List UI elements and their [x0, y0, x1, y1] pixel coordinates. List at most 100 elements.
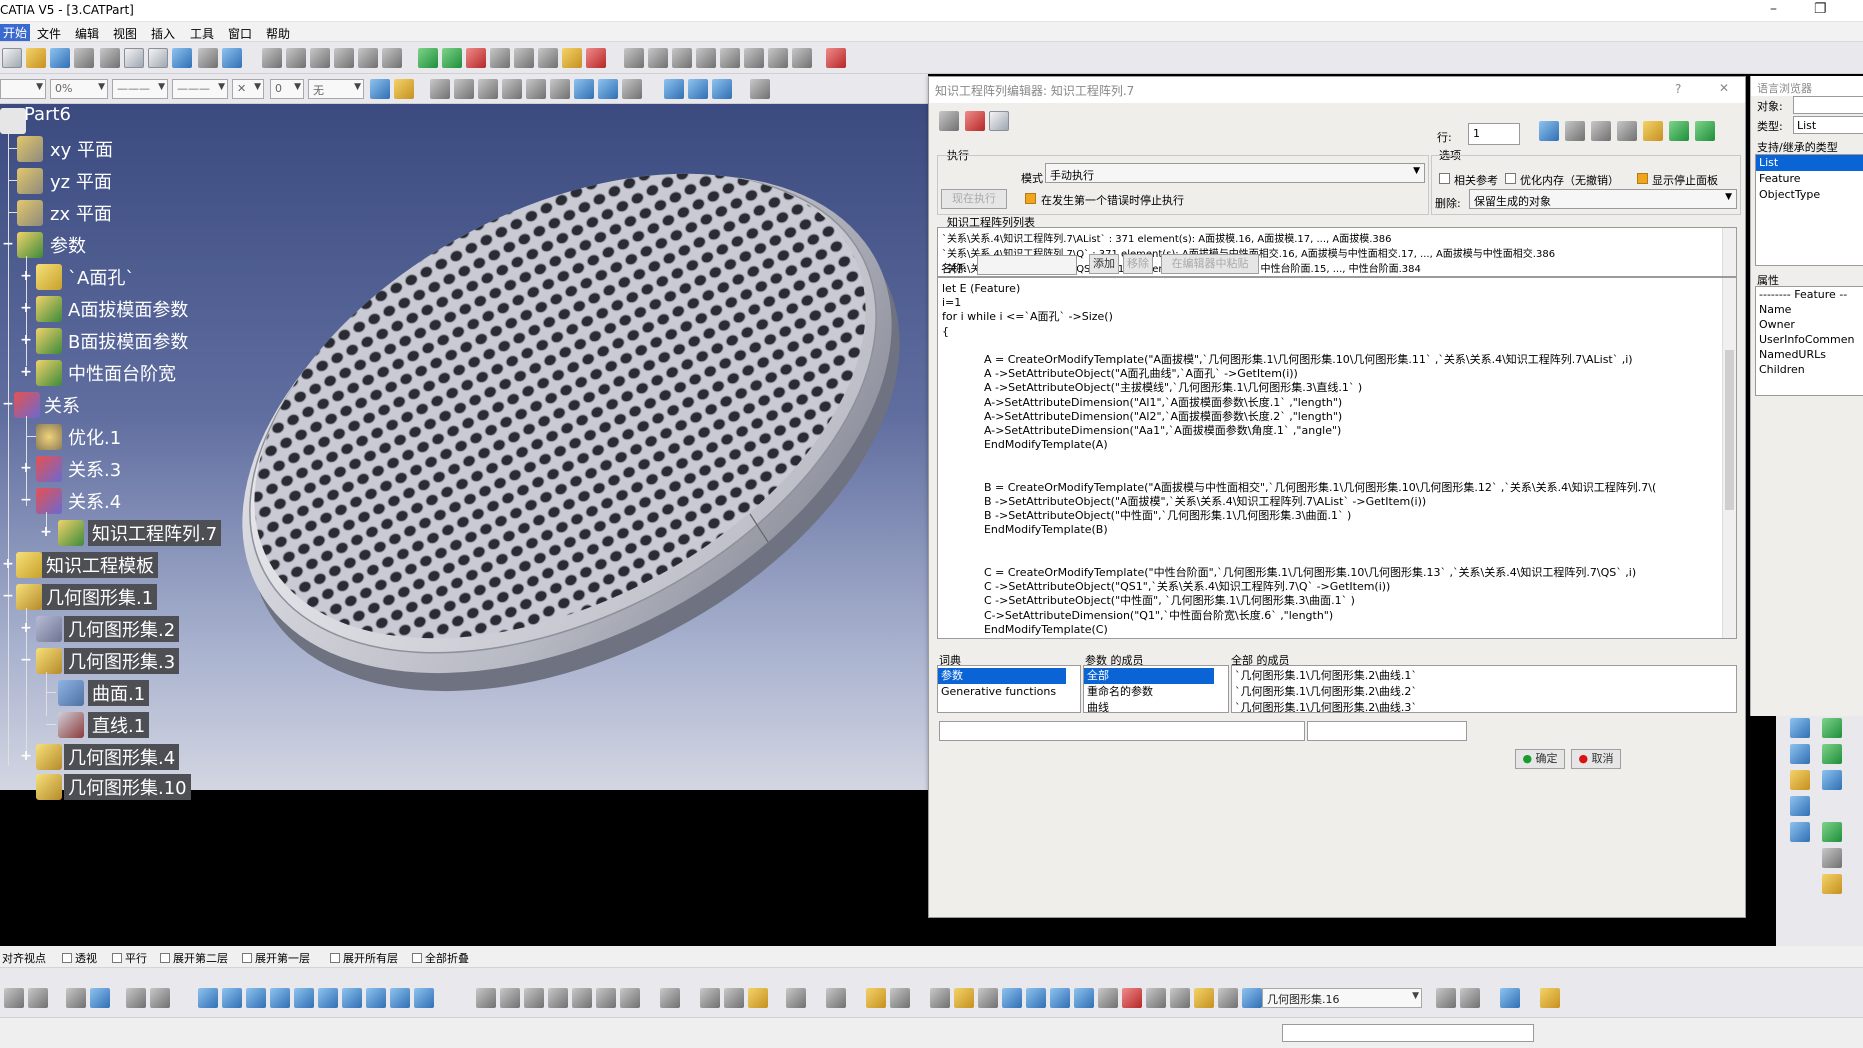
zoom-in-icon[interactable] [270, 988, 290, 1008]
window-icon[interactable] [1460, 988, 1480, 1008]
link-icon[interactable] [1565, 121, 1585, 141]
whats-this-icon[interactable] [222, 48, 242, 68]
surface-tool-icon[interactable] [1790, 770, 1810, 790]
surface-tool-icon[interactable] [1822, 848, 1842, 868]
code-editor[interactable]: let E (Feature) i=1 for i while i <=`A面孔` … [937, 277, 1737, 639]
formula-icon[interactable] [262, 48, 282, 68]
expand-icon[interactable]: + [20, 333, 32, 347]
fly-icon[interactable] [4, 988, 24, 1008]
list-view-icon[interactable] [989, 111, 1009, 131]
split-view-icon[interactable] [1436, 988, 1456, 1008]
attributes-list[interactable]: -------- Feature -- Name Owner UserInfoC… [1755, 286, 1863, 396]
material-combo[interactable]: 无 ▼ [308, 79, 364, 99]
help-icon[interactable]: ? [1675, 82, 1681, 96]
expand-icon[interactable]: + [20, 461, 32, 475]
collapse-icon[interactable]: − [20, 653, 32, 667]
extremum-icon[interactable] [442, 48, 462, 68]
list-item[interactable]: -------- Feature -- [1756, 287, 1847, 303]
ud-feature-icon[interactable] [620, 988, 640, 1008]
sections-icon[interactable] [688, 79, 708, 99]
list-item[interactable]: Name [1756, 302, 1791, 318]
undo-icon[interactable] [172, 48, 192, 68]
expand-icon[interactable]: + [40, 525, 52, 539]
surface-tool-icon[interactable] [1790, 796, 1810, 816]
trim-icon[interactable] [502, 79, 522, 99]
tool-icon[interactable] [1540, 988, 1560, 1008]
type-input[interactable]: List [1793, 116, 1863, 134]
expand-icon[interactable]: + [20, 365, 32, 379]
option-align-view[interactable]: 对齐视点 [2, 950, 46, 966]
projection-icon[interactable] [538, 48, 558, 68]
list-item[interactable]: List [1756, 155, 1863, 171]
mode-select[interactable]: 手动执行 ▼ [1045, 163, 1425, 183]
point-icon[interactable] [418, 48, 438, 68]
list-item[interactable]: 重命名的参数 [1084, 684, 1214, 700]
menu-file[interactable]: 文件 [37, 25, 61, 42]
point-icon[interactable] [1122, 988, 1142, 1008]
redo-icon[interactable] [198, 48, 218, 68]
related-ref-checkbox[interactable] [1439, 173, 1450, 184]
all-members-list[interactable]: `几何图形集.1\几何图形集.2\曲线.1` `几何图形集.1\几何图形集.2\… [1231, 665, 1737, 713]
restore-icon[interactable]: ❐ [1814, 1, 1827, 17]
menu-help[interactable]: 帮助 [266, 25, 290, 42]
surface-tool-icon[interactable] [1822, 822, 1842, 842]
measure-icon[interactable] [622, 79, 642, 99]
delete-select[interactable]: 保留生成的对象 ▼ [1469, 189, 1737, 209]
extrude-icon[interactable] [648, 48, 668, 68]
list-item[interactable]: 曲线 [1084, 700, 1214, 712]
code-line[interactable]: EndModifyTemplate(C) [942, 621, 1108, 638]
surface-tool-icon[interactable] [1790, 822, 1810, 842]
warning-icon[interactable] [965, 111, 985, 131]
snap-icon[interactable] [126, 988, 146, 1008]
cylinder-icon[interactable] [1050, 988, 1070, 1008]
catalog-icon[interactable] [826, 48, 846, 68]
selection-icon[interactable] [1242, 988, 1262, 1008]
3d-viewport[interactable]: Part6 xy 平面 yz 平面 zx 平面 − 参数 + `A面孔` + A… [0, 104, 930, 800]
tree-expand-icon[interactable] [712, 79, 732, 99]
list-item[interactable]: NamedURLs [1756, 347, 1826, 363]
workplane-icon[interactable] [1002, 988, 1022, 1008]
cancel-button[interactable]: ● 取消 [1571, 749, 1621, 769]
members-list[interactable]: 全部 重命名的参数 曲线 [1083, 665, 1229, 713]
bulb-icon[interactable] [748, 988, 768, 1008]
menu-insert[interactable]: 插入 [151, 25, 175, 42]
open-icon[interactable] [26, 48, 46, 68]
join-icon[interactable] [454, 79, 474, 99]
dictionary-list[interactable]: 参数 Generative functions [937, 665, 1081, 713]
value-field[interactable] [1307, 721, 1467, 741]
offset-icon[interactable] [792, 48, 812, 68]
surface-tool-icon[interactable] [1790, 718, 1810, 738]
select-arrow-icon[interactable] [750, 79, 770, 99]
list-item[interactable]: ObjectType [1756, 187, 1863, 203]
orange-sphere-icon[interactable] [954, 988, 974, 1008]
extract-icon[interactable] [550, 79, 570, 99]
swap-icon[interactable] [150, 988, 170, 1008]
dot-icon[interactable] [430, 79, 450, 99]
layer-combo[interactable]: 0 ▼ [270, 79, 304, 99]
rule-icon[interactable] [334, 48, 354, 68]
linetype-combo[interactable]: ——— ▼ [112, 79, 168, 99]
list-item[interactable]: Children [1756, 362, 1805, 378]
collapse-icon[interactable]: − [2, 237, 14, 251]
tree-icon[interactable] [90, 988, 110, 1008]
lineweight-combo[interactable]: ——— ▼ [172, 79, 228, 99]
menu-window[interactable]: 窗口 [228, 25, 252, 42]
save-icon[interactable] [50, 48, 70, 68]
reaction-icon[interactable] [382, 48, 402, 68]
menu-view[interactable]: 视图 [113, 25, 137, 42]
sweep-icon[interactable] [696, 48, 716, 68]
law-icon[interactable] [310, 48, 330, 68]
blend-icon[interactable] [768, 48, 788, 68]
point-symbol-combo[interactable]: ✕ ▼ [232, 79, 264, 99]
list-item[interactable]: Feature [1756, 171, 1863, 187]
list-item[interactable]: UserInfoCommen [1756, 332, 1854, 348]
surface-tool-icon[interactable] [1822, 770, 1842, 790]
iso-view-icon[interactable] [342, 988, 362, 1008]
expand-icon[interactable]: + [20, 749, 32, 763]
remove-button[interactable]: 移除 [1123, 254, 1153, 274]
undo-icon[interactable] [1669, 121, 1689, 141]
polyline-icon[interactable] [490, 48, 510, 68]
shading-icon[interactable] [366, 988, 386, 1008]
split-icon[interactable] [478, 79, 498, 99]
catalog-icon[interactable] [548, 988, 568, 1008]
